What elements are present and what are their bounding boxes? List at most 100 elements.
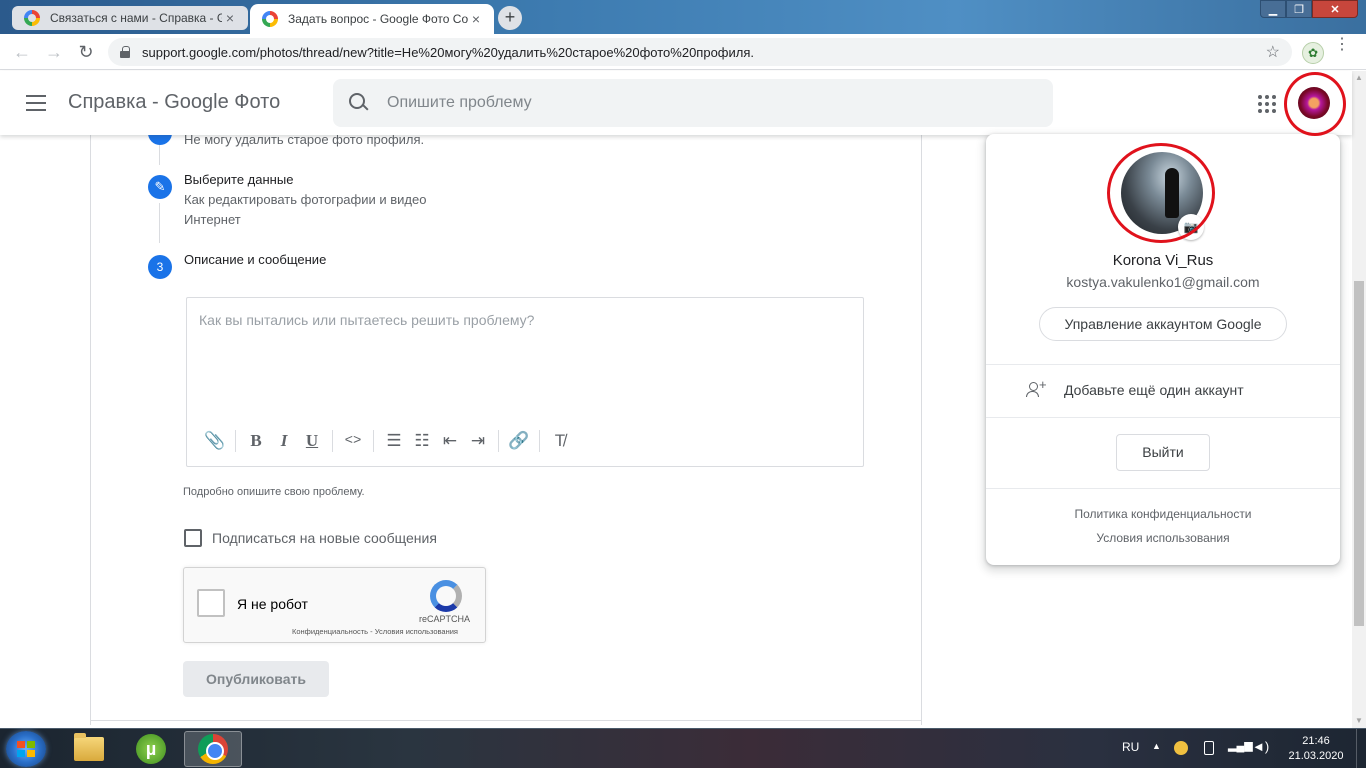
recaptcha-checkbox[interactable]: [197, 589, 225, 617]
network-icon[interactable]: ▂▄▆: [1228, 739, 1253, 753]
camera-icon[interactable]: 📷: [1178, 214, 1204, 240]
volume-icon[interactable]: ◄): [1252, 739, 1269, 754]
browser-menu-icon[interactable]: ⋮: [1334, 37, 1350, 53]
step-connector: [159, 203, 160, 243]
step-2-title: Выберите данные: [184, 172, 294, 187]
recaptcha-terms-link[interactable]: Конфиденциальность - Условия использован…: [292, 627, 458, 636]
forward-icon[interactable]: →: [42, 40, 66, 64]
indent-icon[interactable]: ⇥: [464, 427, 492, 455]
page-title[interactable]: Справка - Google Фото: [68, 91, 280, 114]
search-input[interactable]: Опишите проблему: [333, 79, 1053, 127]
taskbar-utorrent[interactable]: µ: [122, 731, 180, 767]
show-hidden-icons-icon[interactable]: ▲: [1152, 741, 1161, 768]
subscribe-label: Подписаться на новые сообщения: [212, 530, 437, 546]
account-name: Korona Vi_Rus: [1112, 252, 1214, 269]
windows-taskbar: µ RU ▲ ▂▄▆ ◄) 21:46 21.03.2020: [0, 728, 1366, 768]
step-3-title: Описание и сообщение: [184, 252, 327, 267]
subscribe-checkbox[interactable]: Подписаться на новые сообщения: [184, 529, 437, 547]
divider: [986, 417, 1340, 418]
bulleted-list-icon[interactable]: ☰: [380, 427, 408, 455]
add-account-label: Добавьте ещё один аккаунт: [1064, 382, 1244, 398]
tab-contact-us[interactable]: Связаться с нами - Справка - Go ×: [12, 6, 248, 30]
code-icon[interactable]: <>: [339, 427, 367, 455]
manage-account-button[interactable]: Управление аккаунтом Google: [1039, 307, 1287, 341]
recaptcha-label: Я не робот: [237, 596, 308, 612]
back-icon[interactable]: ←: [10, 40, 34, 64]
close-window-button[interactable]: ✕: [1312, 0, 1358, 18]
minimize-button[interactable]: ▁: [1260, 0, 1286, 18]
lock-icon[interactable]: [120, 46, 130, 58]
privacy-policy-link[interactable]: Политика конфиденциальности: [986, 507, 1340, 521]
app-header: Справка - Google Фото Опишите проблему: [0, 71, 1352, 135]
close-tab-icon[interactable]: ×: [222, 10, 238, 26]
numbered-list-icon[interactable]: ☷: [408, 427, 436, 455]
add-account-button[interactable]: Добавьте ещё один аккаунт: [1026, 377, 1244, 399]
taskbar-chrome[interactable]: [184, 731, 242, 767]
clock-time: 21:46: [1302, 735, 1330, 747]
tab-title: Связаться с нами - Справка - Go: [50, 11, 222, 25]
bookmark-star-icon[interactable]: ☆: [1266, 42, 1280, 62]
divider: [91, 720, 921, 721]
step-2-edit-icon[interactable]: [148, 175, 172, 199]
toolbar-divider: [539, 430, 540, 452]
google-favicon-icon: [24, 10, 40, 26]
terms-link[interactable]: Условия использования: [986, 531, 1340, 545]
divider: [986, 488, 1340, 489]
show-desktop-button[interactable]: [1356, 729, 1366, 768]
google-favicon-icon: [262, 11, 278, 27]
scrollbar-thumb[interactable]: [1354, 281, 1364, 626]
publish-button[interactable]: Опубликовать: [183, 661, 329, 697]
toolbar-divider: [332, 430, 333, 452]
editor-toolbar: 📎 B I U <> ☰ ☷ ⇤ ⇥ 🔗 T̸: [201, 426, 574, 456]
outdent-icon[interactable]: ⇤: [436, 427, 464, 455]
chrome-icon: [198, 734, 228, 764]
step-3-indicator: 3: [148, 255, 172, 279]
new-tab-button[interactable]: +: [498, 6, 522, 30]
divider: [986, 364, 1340, 365]
maximize-button[interactable]: ❐: [1286, 0, 1312, 18]
clock-date: 21.03.2020: [1288, 750, 1344, 762]
link-icon[interactable]: 🔗: [505, 427, 533, 455]
address-bar[interactable]: support.google.com/photos/thread/new?tit…: [108, 38, 1292, 66]
search-placeholder: Опишите проблему: [387, 94, 532, 111]
underline-icon[interactable]: U: [298, 427, 326, 455]
recaptcha-brand: reCAPTCHA: [419, 614, 471, 624]
tray-app-icon[interactable]: [1174, 741, 1188, 755]
editor-placeholder: Как вы пытались или пытаетесь решить про…: [199, 312, 535, 328]
clear-format-icon[interactable]: T̸: [546, 427, 574, 455]
step-connector: [159, 145, 160, 165]
description-editor[interactable]: Как вы пытались или пытаетесь решить про…: [186, 297, 864, 467]
toolbar-divider: [373, 430, 374, 452]
checkbox-icon[interactable]: [184, 529, 202, 547]
step-2-line-1: Как редактировать фотографии и видео: [184, 192, 427, 207]
search-icon: [349, 93, 369, 113]
recaptcha-widget: Я не робот reCAPTCHA Конфиденциальность …: [183, 567, 486, 643]
google-apps-icon[interactable]: [1258, 95, 1276, 113]
start-button[interactable]: [6, 731, 46, 767]
toolbar-divider: [235, 430, 236, 452]
italic-icon[interactable]: I: [270, 427, 298, 455]
url-text: support.google.com/photos/thread/new?tit…: [142, 44, 754, 60]
account-menu-popup: 📷 Korona Vi_Rus kostya.vakulenko1@gmail.…: [986, 134, 1340, 565]
menu-icon[interactable]: [26, 95, 46, 111]
attach-icon[interactable]: 📎: [201, 427, 229, 455]
bold-icon[interactable]: B: [242, 427, 270, 455]
tab-title: Задать вопрос - Google Фото Co: [288, 12, 468, 26]
tray-device-icon[interactable]: [1204, 741, 1214, 755]
sign-out-button[interactable]: Выйти: [1116, 434, 1210, 471]
add-person-icon: [1026, 377, 1048, 399]
windows-logo-icon: [17, 741, 35, 757]
account-avatar[interactable]: [1298, 87, 1330, 119]
browser-tab-strip: Связаться с нами - Справка - Go × Задать…: [0, 0, 1366, 34]
scroll-up-icon[interactable]: ▲: [1352, 71, 1366, 85]
system-clock[interactable]: 21:46 21.03.2020: [1286, 734, 1346, 768]
taskbar-explorer[interactable]: [60, 731, 118, 767]
language-indicator[interactable]: RU: [1122, 740, 1139, 768]
toolbar-divider: [498, 430, 499, 452]
page-scrollbar[interactable]: ▲ ▼: [1352, 71, 1366, 728]
scroll-down-icon[interactable]: ▼: [1352, 714, 1366, 728]
extension-icon[interactable]: ✿: [1302, 42, 1324, 64]
close-tab-icon[interactable]: ×: [468, 11, 484, 27]
tab-ask-question[interactable]: Задать вопрос - Google Фото Co ×: [250, 4, 494, 34]
reload-icon[interactable]: ↻: [74, 40, 98, 64]
